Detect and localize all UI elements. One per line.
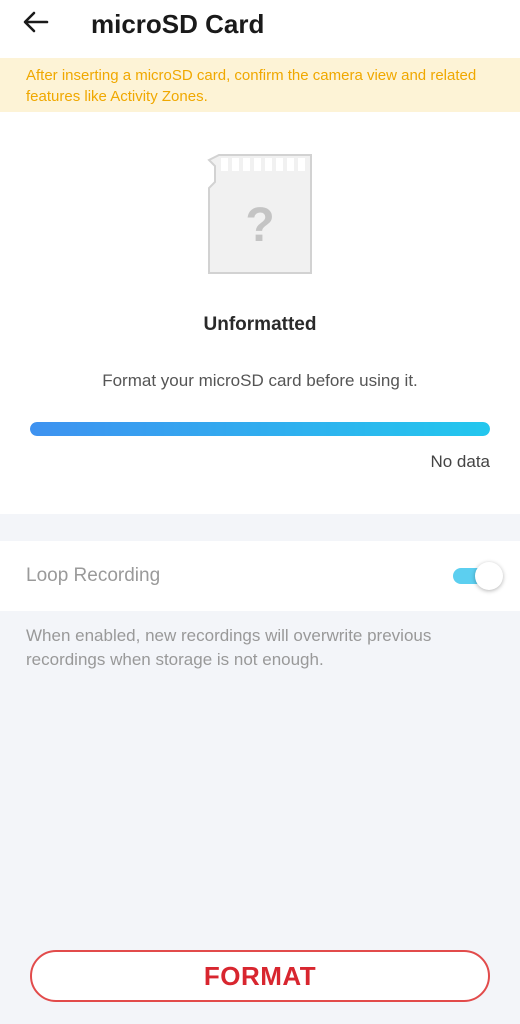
arrow-left-icon — [23, 11, 49, 38]
toggle-knob — [475, 562, 503, 590]
format-button-label: FORMAT — [203, 960, 317, 991]
card-status-description: Format your microSD card before using it… — [102, 371, 418, 390]
sd-card-status-panel: ? Unformatted Format your microSD card b… — [0, 112, 520, 514]
loop-recording-label: Loop Recording — [26, 565, 161, 586]
svg-text:?: ? — [245, 199, 274, 252]
microsd-settings-screen: microSD Card After inserting a microSD c… — [0, 0, 520, 1024]
sd-card-unknown-icon: ? — [205, 152, 315, 276]
app-header: microSD Card — [0, 0, 520, 58]
storage-progress-note: No data — [430, 452, 490, 471]
loop-recording-row: Loop Recording — [0, 541, 520, 611]
back-button[interactable] — [16, 6, 56, 42]
loop-recording-toggle[interactable] — [453, 561, 505, 591]
storage-progress-bar — [30, 422, 490, 436]
page-title: microSD Card — [91, 9, 265, 39]
format-button[interactable]: FORMAT — [30, 950, 490, 1002]
loop-recording-description: When enabled, new recordings will overwr… — [26, 626, 432, 669]
storage-progress-fill — [30, 422, 490, 436]
card-status-title: Unformatted — [203, 314, 317, 335]
info-banner: After inserting a microSD card, confirm … — [0, 58, 520, 112]
